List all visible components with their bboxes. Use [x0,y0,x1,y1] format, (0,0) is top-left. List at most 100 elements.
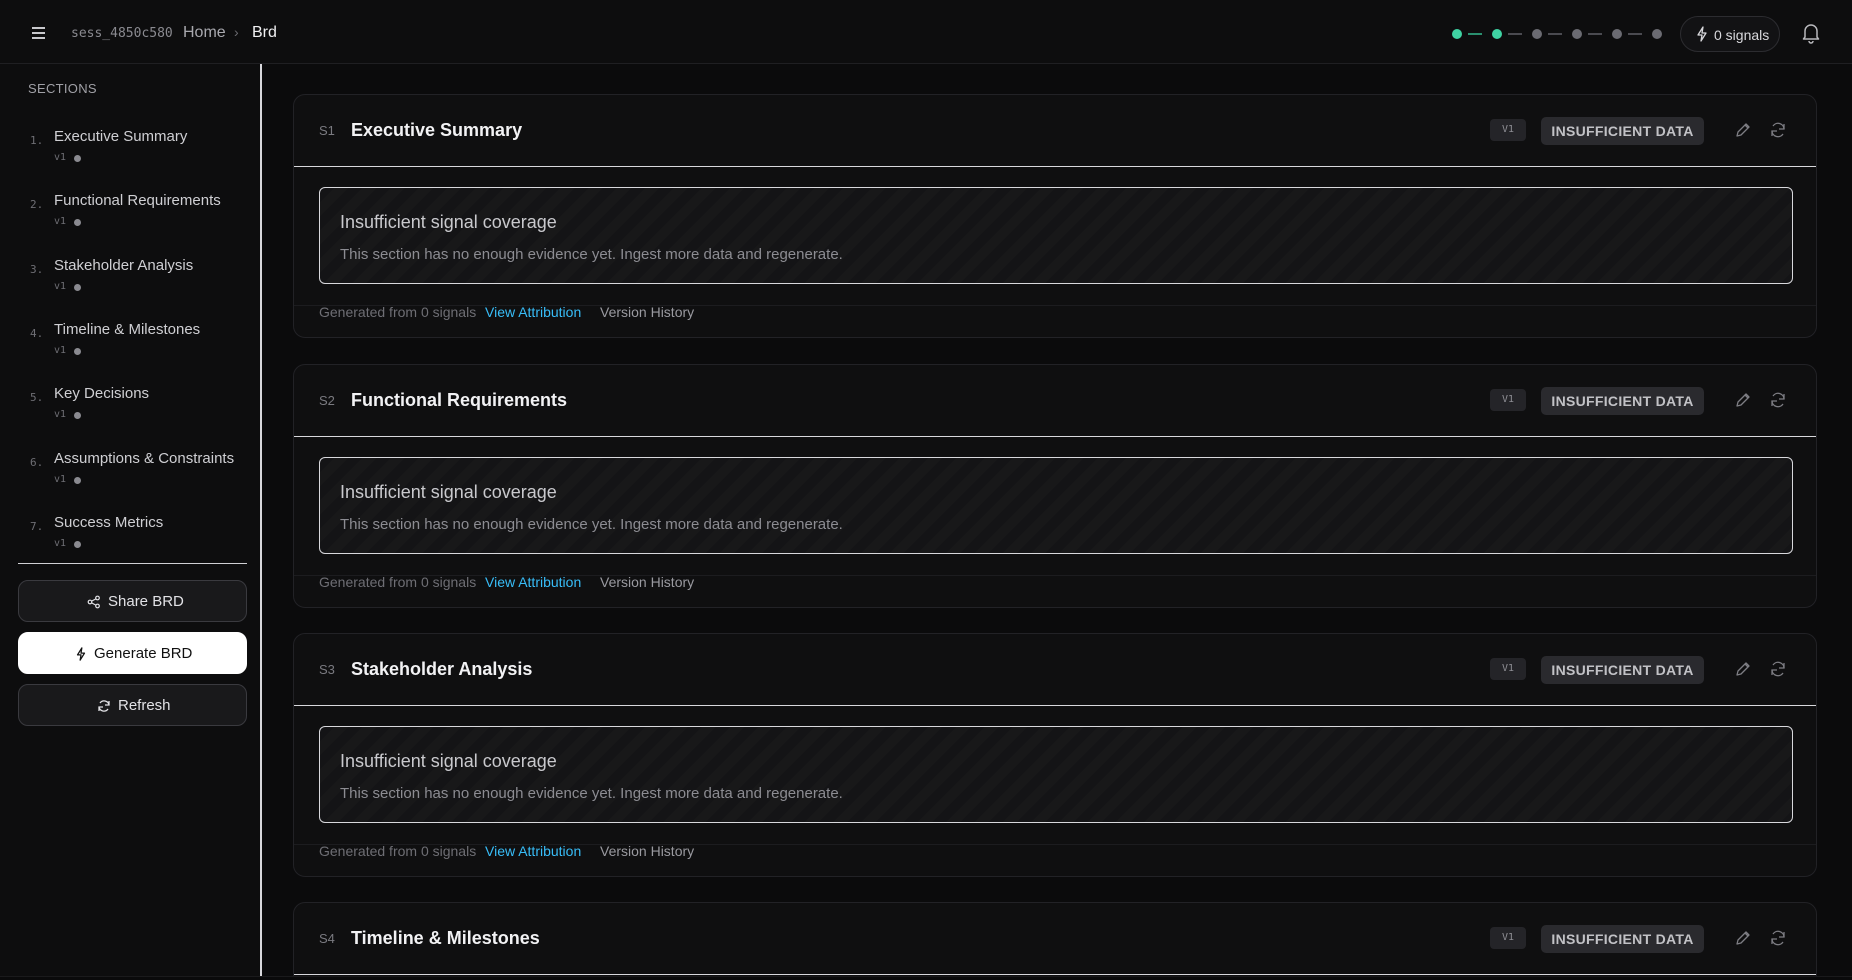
refresh-label: Refresh [118,697,171,714]
regenerate-icon[interactable] [1769,660,1787,678]
section-header: S4 Timeline & Milestones V1 INSUFFICIENT… [294,903,1816,975]
sidebar-item-label: Timeline & Milestones [54,321,201,338]
sidebar-item-label: Executive Summary [54,128,188,145]
sidebar-divider [18,563,247,564]
status-dot [74,348,81,355]
sidebar-item-assumptions-constraints[interactable]: 6. Assumptions & Constraints v1 [18,442,244,494]
generate-brd-button[interactable]: Generate BRD [18,632,247,674]
section-card-stakeholder-analysis: S3 Stakeholder Analysis V1 INSUFFICIENT … [293,633,1817,877]
version-badge: V1 [1490,927,1526,949]
progress-connector [1588,33,1602,35]
sidebar-item-version: v1 [54,152,67,163]
notice-title: Insufficient signal coverage [340,212,557,232]
progress-connector [1468,33,1482,35]
sidebar-item-stakeholder-analysis[interactable]: 3. Stakeholder Analysis v1 [18,249,244,301]
generated-from-text: Generated from 0 signals [319,843,477,859]
signals-button[interactable]: 0 signals [1680,16,1780,52]
section-header: S2 Functional Requirements V1 INSUFFICIE… [294,365,1816,437]
progress-connector [1508,33,1522,35]
section-number: S1 [319,123,335,138]
sidebar-item-number: 6. [30,456,44,469]
status-dot [74,284,81,291]
section-number: S3 [319,662,335,677]
refresh-button[interactable]: Refresh [18,684,247,726]
status-badge: INSUFFICIENT DATA [1541,925,1704,953]
sidebar-item-version: v1 [54,474,67,485]
sidebar-item-executive-summary[interactable]: 1. Executive Summary v1 [18,120,244,172]
sidebar-item-version: v1 [54,345,67,356]
menu-icon[interactable] [28,22,50,42]
regenerate-icon[interactable] [1769,391,1787,409]
section-number: S2 [319,393,335,408]
version-badge: V1 [1490,658,1526,680]
sidebar-item-number: 2. [30,198,44,211]
status-dot [74,219,81,226]
section-card-functional-requirements: S2 Functional Requirements V1 INSUFFICIE… [293,364,1817,608]
status-dot [74,412,81,419]
status-dot [74,541,81,548]
sidebar-title: SECTIONS [28,81,97,96]
regenerate-icon[interactable] [1769,121,1787,139]
window-bottom-edge [0,976,1852,980]
view-attribution-link[interactable]: View Attribution [485,304,581,320]
progress-step [1572,29,1582,39]
insufficient-coverage-notice: Insufficient signal coverage This sectio… [319,726,1793,823]
sidebar-item-key-decisions[interactable]: 5. Key Decisions v1 [18,377,244,429]
bolt-icon [1697,26,1707,42]
share-brd-label: Share BRD [108,593,184,610]
version-history-link[interactable]: Version History [600,574,694,590]
generate-brd-label: Generate BRD [94,645,193,662]
progress-step [1612,29,1622,39]
sidebar-item-label: Key Decisions [54,385,150,402]
notice-title: Insufficient signal coverage [340,482,557,502]
status-badge: INSUFFICIENT DATA [1541,656,1704,684]
breadcrumb-home[interactable]: Home [183,24,226,42]
sidebar-item-timeline-milestones[interactable]: 4. Timeline & Milestones v1 [18,313,244,365]
view-attribution-link[interactable]: View Attribution [485,574,581,590]
edit-icon[interactable] [1734,929,1752,947]
bell-icon[interactable] [1801,22,1821,44]
progress-step [1452,29,1462,39]
sidebar-item-functional-requirements[interactable]: 2. Functional Requirements v1 [18,184,244,236]
section-header: S3 Stakeholder Analysis V1 INSUFFICIENT … [294,634,1816,706]
status-badge: INSUFFICIENT DATA [1541,387,1704,415]
breadcrumb-current: Brd [252,24,277,41]
edit-icon[interactable] [1734,660,1752,678]
notice-body: This section has no enough evidence yet.… [340,516,843,533]
sidebar-item-success-metrics[interactable]: 7. Success Metrics v1 [18,506,244,558]
progress-connector [1628,33,1642,35]
edit-icon[interactable] [1734,121,1752,139]
share-brd-button[interactable]: Share BRD [18,580,247,622]
version-history-link[interactable]: Version History [600,304,694,320]
generated-from-text: Generated from 0 signals [319,574,477,590]
sidebar-item-label: Functional Requirements [54,192,221,209]
sidebar-item-version: v1 [54,409,67,420]
notice-body: This section has no enough evidence yet.… [340,246,843,263]
refresh-icon [98,700,110,712]
generated-from-text: Generated from 0 signals [319,304,477,320]
regenerate-icon[interactable] [1769,929,1787,947]
insufficient-coverage-notice: Insufficient signal coverage This sectio… [319,457,1793,554]
sidebar-item-label: Stakeholder Analysis [54,257,194,274]
version-badge: V1 [1490,119,1526,141]
sidebar-item-number: 3. [30,263,44,276]
notice-body: This section has no enough evidence yet.… [340,785,843,802]
version-history-link[interactable]: Version History [600,843,694,859]
status-dot [74,477,81,484]
insufficient-coverage-notice: Insufficient signal coverage This sectio… [319,187,1793,284]
sidebar-item-number: 4. [30,327,44,340]
progress-connector [1548,33,1562,35]
session-id: sess_4850c580 [71,26,173,41]
view-attribution-link[interactable]: View Attribution [485,843,581,859]
edit-icon[interactable] [1734,391,1752,409]
signals-count: 0 signals [1714,27,1770,43]
notice-title: Insufficient signal coverage [340,751,557,771]
section-title: Timeline & Milestones [351,928,540,948]
sidebar-item-version: v1 [54,281,67,292]
section-header: S1 Executive Summary V1 INSUFFICIENT DAT… [294,95,1816,167]
progress-step [1652,29,1662,39]
sidebar-item-label: Assumptions & Constraints [54,450,235,467]
section-title: Executive Summary [351,120,523,140]
progress-step [1492,29,1502,39]
sidebar-item-number: 1. [30,134,44,147]
